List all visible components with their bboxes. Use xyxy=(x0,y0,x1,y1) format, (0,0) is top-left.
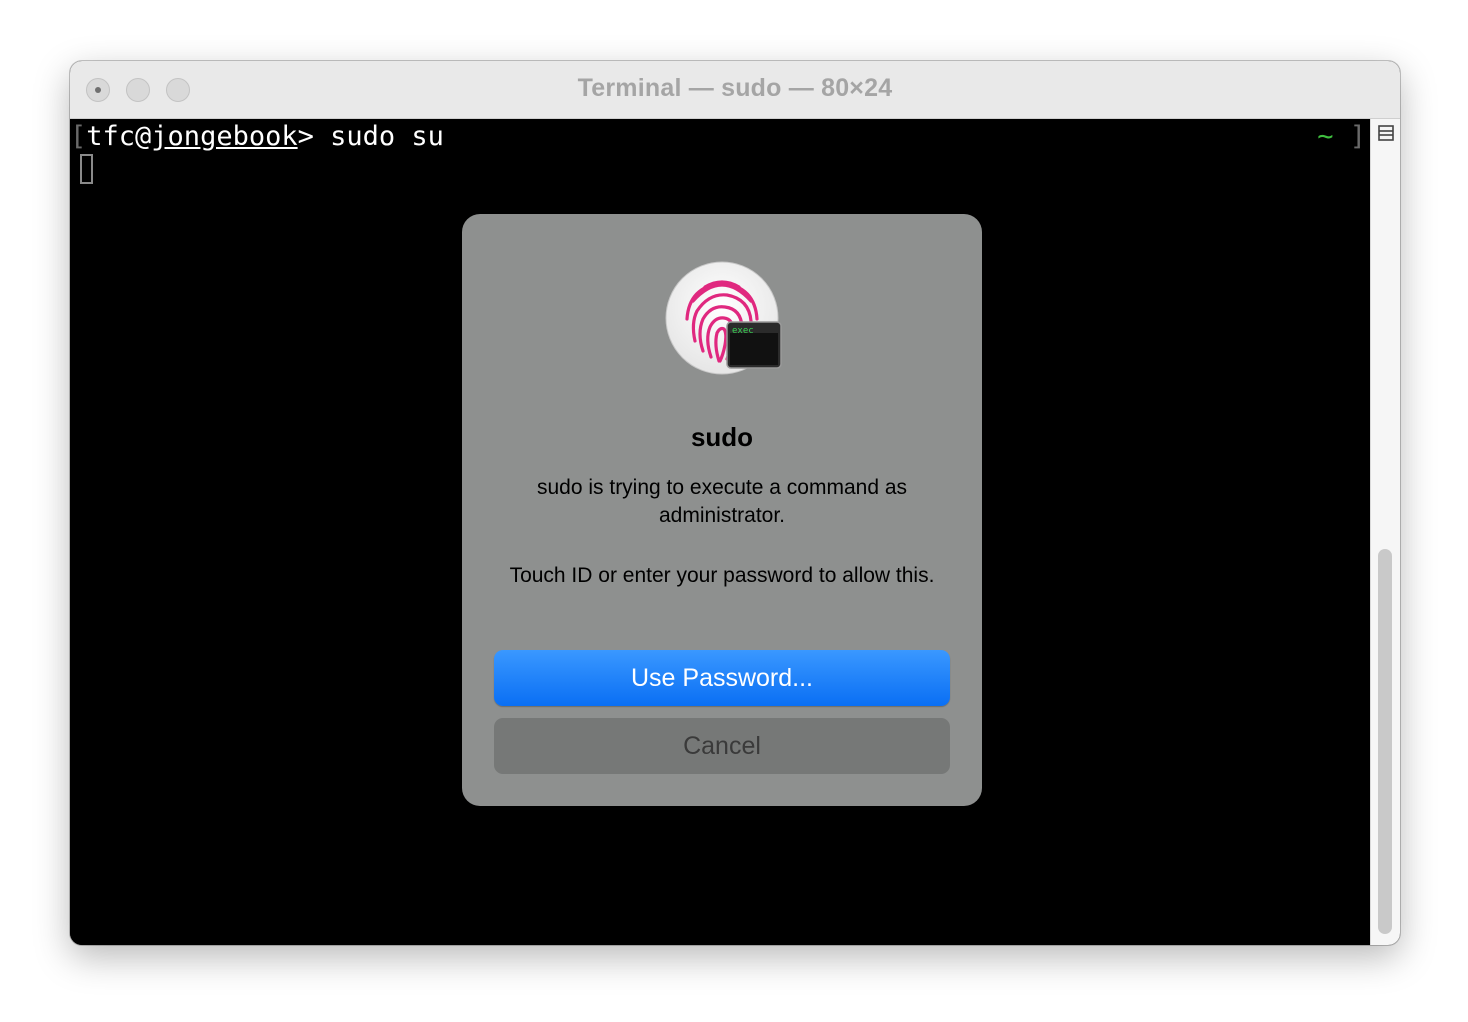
split-pane-icon[interactable] xyxy=(1378,125,1394,141)
text-cursor xyxy=(80,154,93,184)
dialog-instructions: Touch ID or enter your password to allow… xyxy=(509,564,935,587)
window-title: Terminal — sudo — 80×24 xyxy=(577,74,893,102)
touch-id-dialog: exec sudo sudo is trying to execute a co… xyxy=(462,214,982,806)
terminal-exec-icon: exec xyxy=(726,321,782,369)
title-bar[interactable]: Terminal — sudo — 80×24 xyxy=(70,61,1400,119)
exec-badge-text: exec xyxy=(732,326,754,336)
typed-command: sudo su xyxy=(313,121,444,152)
vertical-scrollbar[interactable] xyxy=(1370,119,1400,945)
scrollbar-thumb[interactable] xyxy=(1378,549,1392,934)
prompt-host: jongebook xyxy=(151,121,298,152)
use-password-button[interactable]: Use Password... xyxy=(494,650,950,706)
prompt-bracket-close: ] xyxy=(1349,121,1366,152)
cancel-button[interactable]: Cancel xyxy=(494,718,950,774)
command-line: [tfc@jongebook> sudo su xyxy=(70,121,444,153)
dialog-message: sudo is trying to execute a command as a… xyxy=(536,476,908,527)
current-directory: ~ xyxy=(1317,121,1334,152)
dialog-title: sudo xyxy=(690,422,754,452)
dialog-icon: exec xyxy=(665,261,783,379)
right-prompt: ~ ] xyxy=(1317,121,1366,153)
prompt-user: tfc@ xyxy=(86,121,152,152)
prompt-char: > xyxy=(297,121,314,152)
prompt-bracket-open: [ xyxy=(70,121,87,152)
